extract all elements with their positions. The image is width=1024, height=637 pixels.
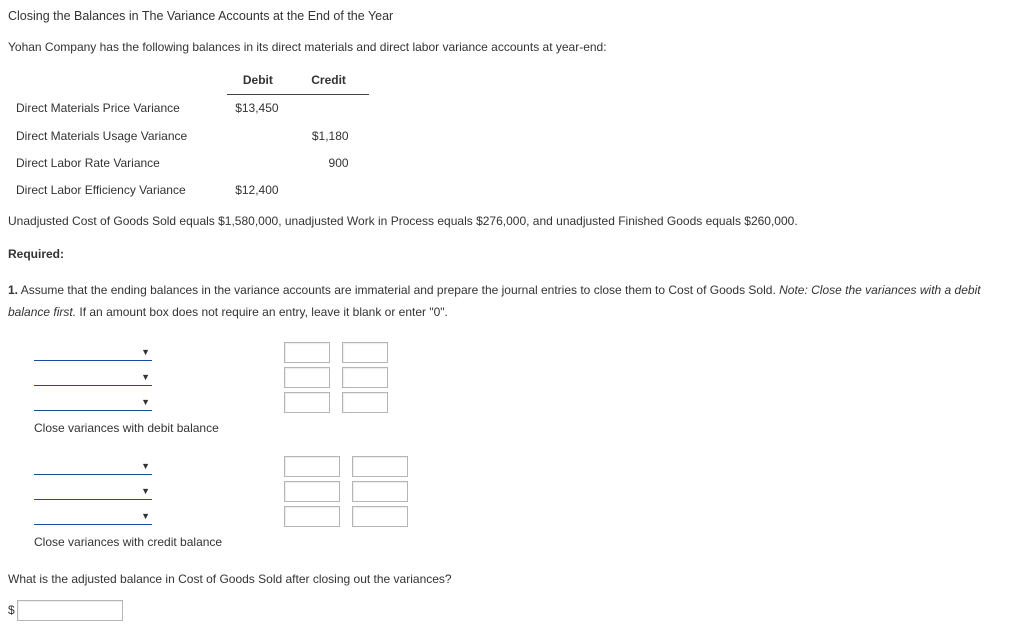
chevron-down-icon: ▼ — [141, 373, 150, 382]
close-debit-note: Close variances with debit balance — [34, 419, 1016, 438]
final-answer-row: $ — [8, 600, 1016, 621]
credit-amount-input[interactable] — [342, 367, 388, 388]
adjusted-cogs-input[interactable] — [17, 600, 123, 621]
row-label: Direct Materials Price Variance — [8, 95, 227, 123]
account-dropdown[interactable]: ▼ — [34, 483, 152, 500]
debit-amount-input[interactable] — [284, 342, 330, 363]
q1-num: 1. — [8, 283, 18, 297]
journal-entry-debit-block: ▼ ▼ ▼ Close variances with debit balance — [34, 342, 1016, 438]
variance-table: Debit Credit Direct Materials Price Vari… — [8, 67, 369, 204]
table-row: Direct Labor Efficiency Variance $12,400 — [8, 177, 369, 204]
credit-amount-input[interactable] — [342, 342, 388, 363]
credit-amount-input[interactable] — [352, 481, 408, 502]
final-question: What is the adjusted balance in Cost of … — [8, 570, 1016, 589]
debit-amount-input[interactable] — [284, 392, 330, 413]
row-debit — [227, 150, 298, 177]
chevron-down-icon: ▼ — [141, 462, 150, 471]
row-label: Direct Materials Usage Variance — [8, 123, 227, 150]
page-title: Closing the Balances in The Variance Acc… — [8, 6, 1016, 26]
q1-text-a: Assume that the ending balances in the v… — [18, 283, 779, 297]
table-row: Direct Materials Usage Variance $1,180 — [8, 123, 369, 150]
question-1: 1. Assume that the ending balances in th… — [8, 279, 1016, 325]
row-credit: 900 — [299, 150, 369, 177]
debit-amount-input[interactable] — [284, 506, 340, 527]
account-dropdown[interactable]: ▼ — [34, 369, 152, 386]
col-header-debit: Debit — [227, 67, 298, 95]
credit-amount-input[interactable] — [352, 506, 408, 527]
account-dropdown[interactable]: ▼ — [34, 344, 152, 361]
account-dropdown[interactable]: ▼ — [34, 508, 152, 525]
dollar-sign: $ — [8, 601, 15, 620]
chevron-down-icon: ▼ — [141, 487, 150, 496]
row-debit: $13,450 — [227, 95, 298, 123]
row-label: Direct Labor Efficiency Variance — [8, 177, 227, 204]
journal-entry-credit-block: ▼ ▼ ▼ Close variances with credit balanc… — [34, 456, 1016, 552]
close-credit-note: Close variances with credit balance — [34, 533, 1016, 552]
table-row: Direct Labor Rate Variance 900 — [8, 150, 369, 177]
q1-note-label: Note: — [779, 283, 811, 297]
chevron-down-icon: ▼ — [141, 512, 150, 521]
debit-amount-input[interactable] — [284, 481, 340, 502]
debit-amount-input[interactable] — [284, 367, 330, 388]
account-dropdown[interactable]: ▼ — [34, 394, 152, 411]
row-credit — [299, 177, 369, 204]
q1-text-b: If an amount box does not require an ent… — [76, 305, 448, 319]
chevron-down-icon: ▼ — [141, 348, 150, 357]
row-credit — [299, 95, 369, 123]
credit-amount-input[interactable] — [342, 392, 388, 413]
required-label: Required: — [8, 245, 1016, 264]
row-credit: $1,180 — [299, 123, 369, 150]
unadjusted-note: Unadjusted Cost of Goods Sold equals $1,… — [8, 212, 1016, 231]
intro-text: Yohan Company has the following balances… — [8, 38, 1016, 57]
row-label: Direct Labor Rate Variance — [8, 150, 227, 177]
row-debit — [227, 123, 298, 150]
col-header-credit: Credit — [299, 67, 369, 95]
table-row: Direct Materials Price Variance $13,450 — [8, 95, 369, 123]
debit-amount-input[interactable] — [284, 456, 340, 477]
chevron-down-icon: ▼ — [141, 398, 150, 407]
row-debit: $12,400 — [227, 177, 298, 204]
credit-amount-input[interactable] — [352, 456, 408, 477]
account-dropdown[interactable]: ▼ — [34, 458, 152, 475]
